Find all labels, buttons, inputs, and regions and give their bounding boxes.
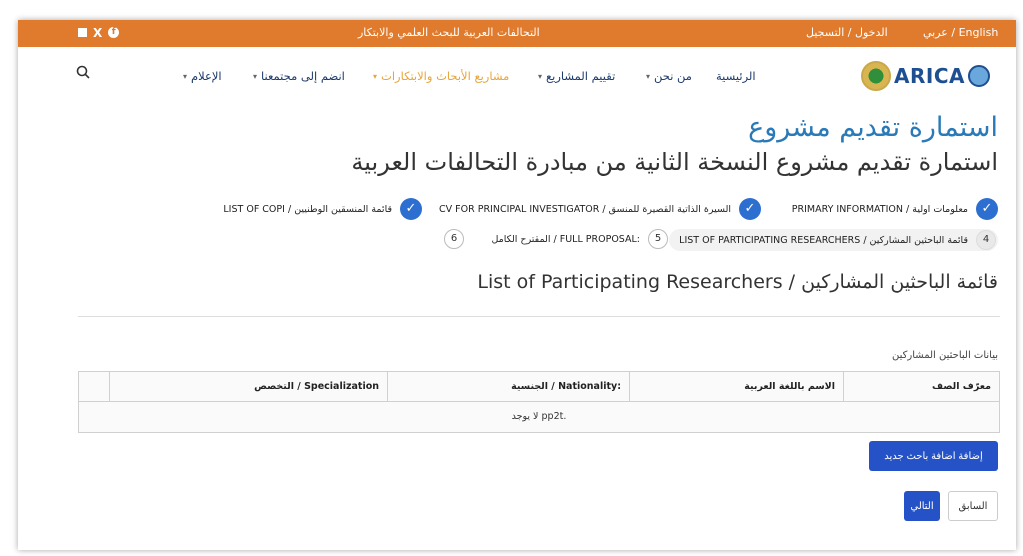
step-number: 5 [648, 229, 668, 249]
column-header-arabic-name[interactable]: الاسم باللغة العربية [629, 372, 843, 401]
step-label: LIST OF COPI / قائمة المنسقين الوطنيين [223, 203, 392, 215]
main-nav: ▾ الإعلام ▾ انضم إلى مجتمعنا ▾ مشاريع ال… [18, 47, 1016, 105]
step-number: 6 [444, 229, 464, 249]
facebook-icon[interactable]: f [108, 27, 120, 38]
table-header-row: التخصص / Specialization الجنسية / Nation… [79, 372, 999, 402]
page-title: استمارة تقديم مشروع [748, 112, 998, 143]
step-number: 4 [976, 230, 996, 250]
browser-viewport: X f التحالفات العربية للبحث العلمي والاب… [18, 20, 1016, 550]
step-label: PRIMARY INFORMATION / معلومات اولية [791, 203, 968, 215]
chevron-down-icon: ▾ [373, 71, 378, 81]
site-logo[interactable]: ARICA [861, 59, 1001, 93]
social-icons: X f [78, 27, 120, 39]
step-label: LIST OF PARTICIPATING RESEARCHERS / قائم… [679, 234, 968, 246]
step-list-of-copi[interactable]: LIST OF COPI / قائمة المنسقين الوطنيين ✓ [223, 198, 422, 220]
chevron-down-icon: ▾ [646, 71, 651, 81]
previous-button[interactable]: السابق [948, 491, 998, 521]
nav-item-join[interactable]: ▾ انضم إلى مجتمعنا [253, 69, 345, 83]
step-label: المقترح الكامل / FULL PROPOSAL: [491, 233, 640, 245]
column-header-actions [79, 372, 109, 401]
square-icon[interactable] [78, 28, 87, 37]
check-icon: ✓ [976, 198, 998, 220]
chevron-down-icon: ▾ [253, 71, 258, 81]
site-title: التحالفات العربية للبحث العلمي والابتكار [358, 26, 540, 39]
section-title: List of Participating Researchers / قائم… [477, 271, 998, 293]
column-header-row-id[interactable]: معرّف الصف [843, 372, 999, 401]
step-full-proposal[interactable]: المقترح الكامل / FULL PROPOSAL: 5 [491, 229, 668, 249]
page-subtitle: استمارة تقديم مشروع النسخة الثانية من مب… [351, 148, 998, 176]
chevron-down-icon: ▾ [183, 71, 188, 81]
search-icon[interactable] [76, 65, 90, 82]
emblem-icon [861, 61, 891, 91]
nav-item-research-projects[interactable]: ▾ مشاريع الأبحاث والابتكارات [373, 69, 509, 83]
login-register-link[interactable]: الدخول / التسجيل [806, 26, 888, 39]
nav-item-project-evaluation[interactable]: ▾ تقييم المشاريع [538, 69, 615, 83]
nav-item-media[interactable]: ▾ الإعلام [183, 69, 222, 83]
table-caption: بيانات الباحثين المشاركين [892, 350, 998, 361]
column-header-nationality[interactable]: الجنسية / Nationality: [387, 372, 629, 401]
nav-item-about[interactable]: ▾ من نحن [646, 69, 692, 83]
language-switcher[interactable]: عربي / English [923, 26, 998, 39]
step-primary-information[interactable]: PRIMARY INFORMATION / معلومات اولية ✓ [792, 198, 998, 220]
step-6[interactable]: 6 [444, 229, 464, 249]
next-button[interactable]: التالي [904, 491, 940, 521]
check-icon: ✓ [739, 198, 761, 220]
step-label: CV FOR PRINCIPAL INVESTIGATOR / السيرة ا… [439, 203, 731, 215]
nav-item-home[interactable]: الرئيسية [716, 69, 756, 83]
check-icon: ✓ [400, 198, 422, 220]
chevron-down-icon: ▾ [538, 71, 543, 81]
step-cv-principal-investigator[interactable]: CV FOR PRINCIPAL INVESTIGATOR / السيرة ا… [439, 198, 761, 220]
researchers-table: التخصص / Specialization الجنسية / Nation… [78, 371, 1000, 433]
step-participating-researchers[interactable]: LIST OF PARTICIPATING RESEARCHERS / قائم… [669, 229, 998, 251]
column-header-specialization[interactable]: التخصص / Specialization [109, 372, 387, 401]
divider [78, 316, 1000, 317]
globe-icon [967, 65, 990, 87]
table-empty-message: لا يوجد pp2t. [79, 402, 999, 432]
top-bar: X f التحالفات العربية للبحث العلمي والاب… [18, 20, 1016, 47]
x-icon[interactable]: X [93, 27, 102, 39]
add-researcher-button[interactable]: إضافة اضافة باحث جديد [869, 441, 998, 471]
